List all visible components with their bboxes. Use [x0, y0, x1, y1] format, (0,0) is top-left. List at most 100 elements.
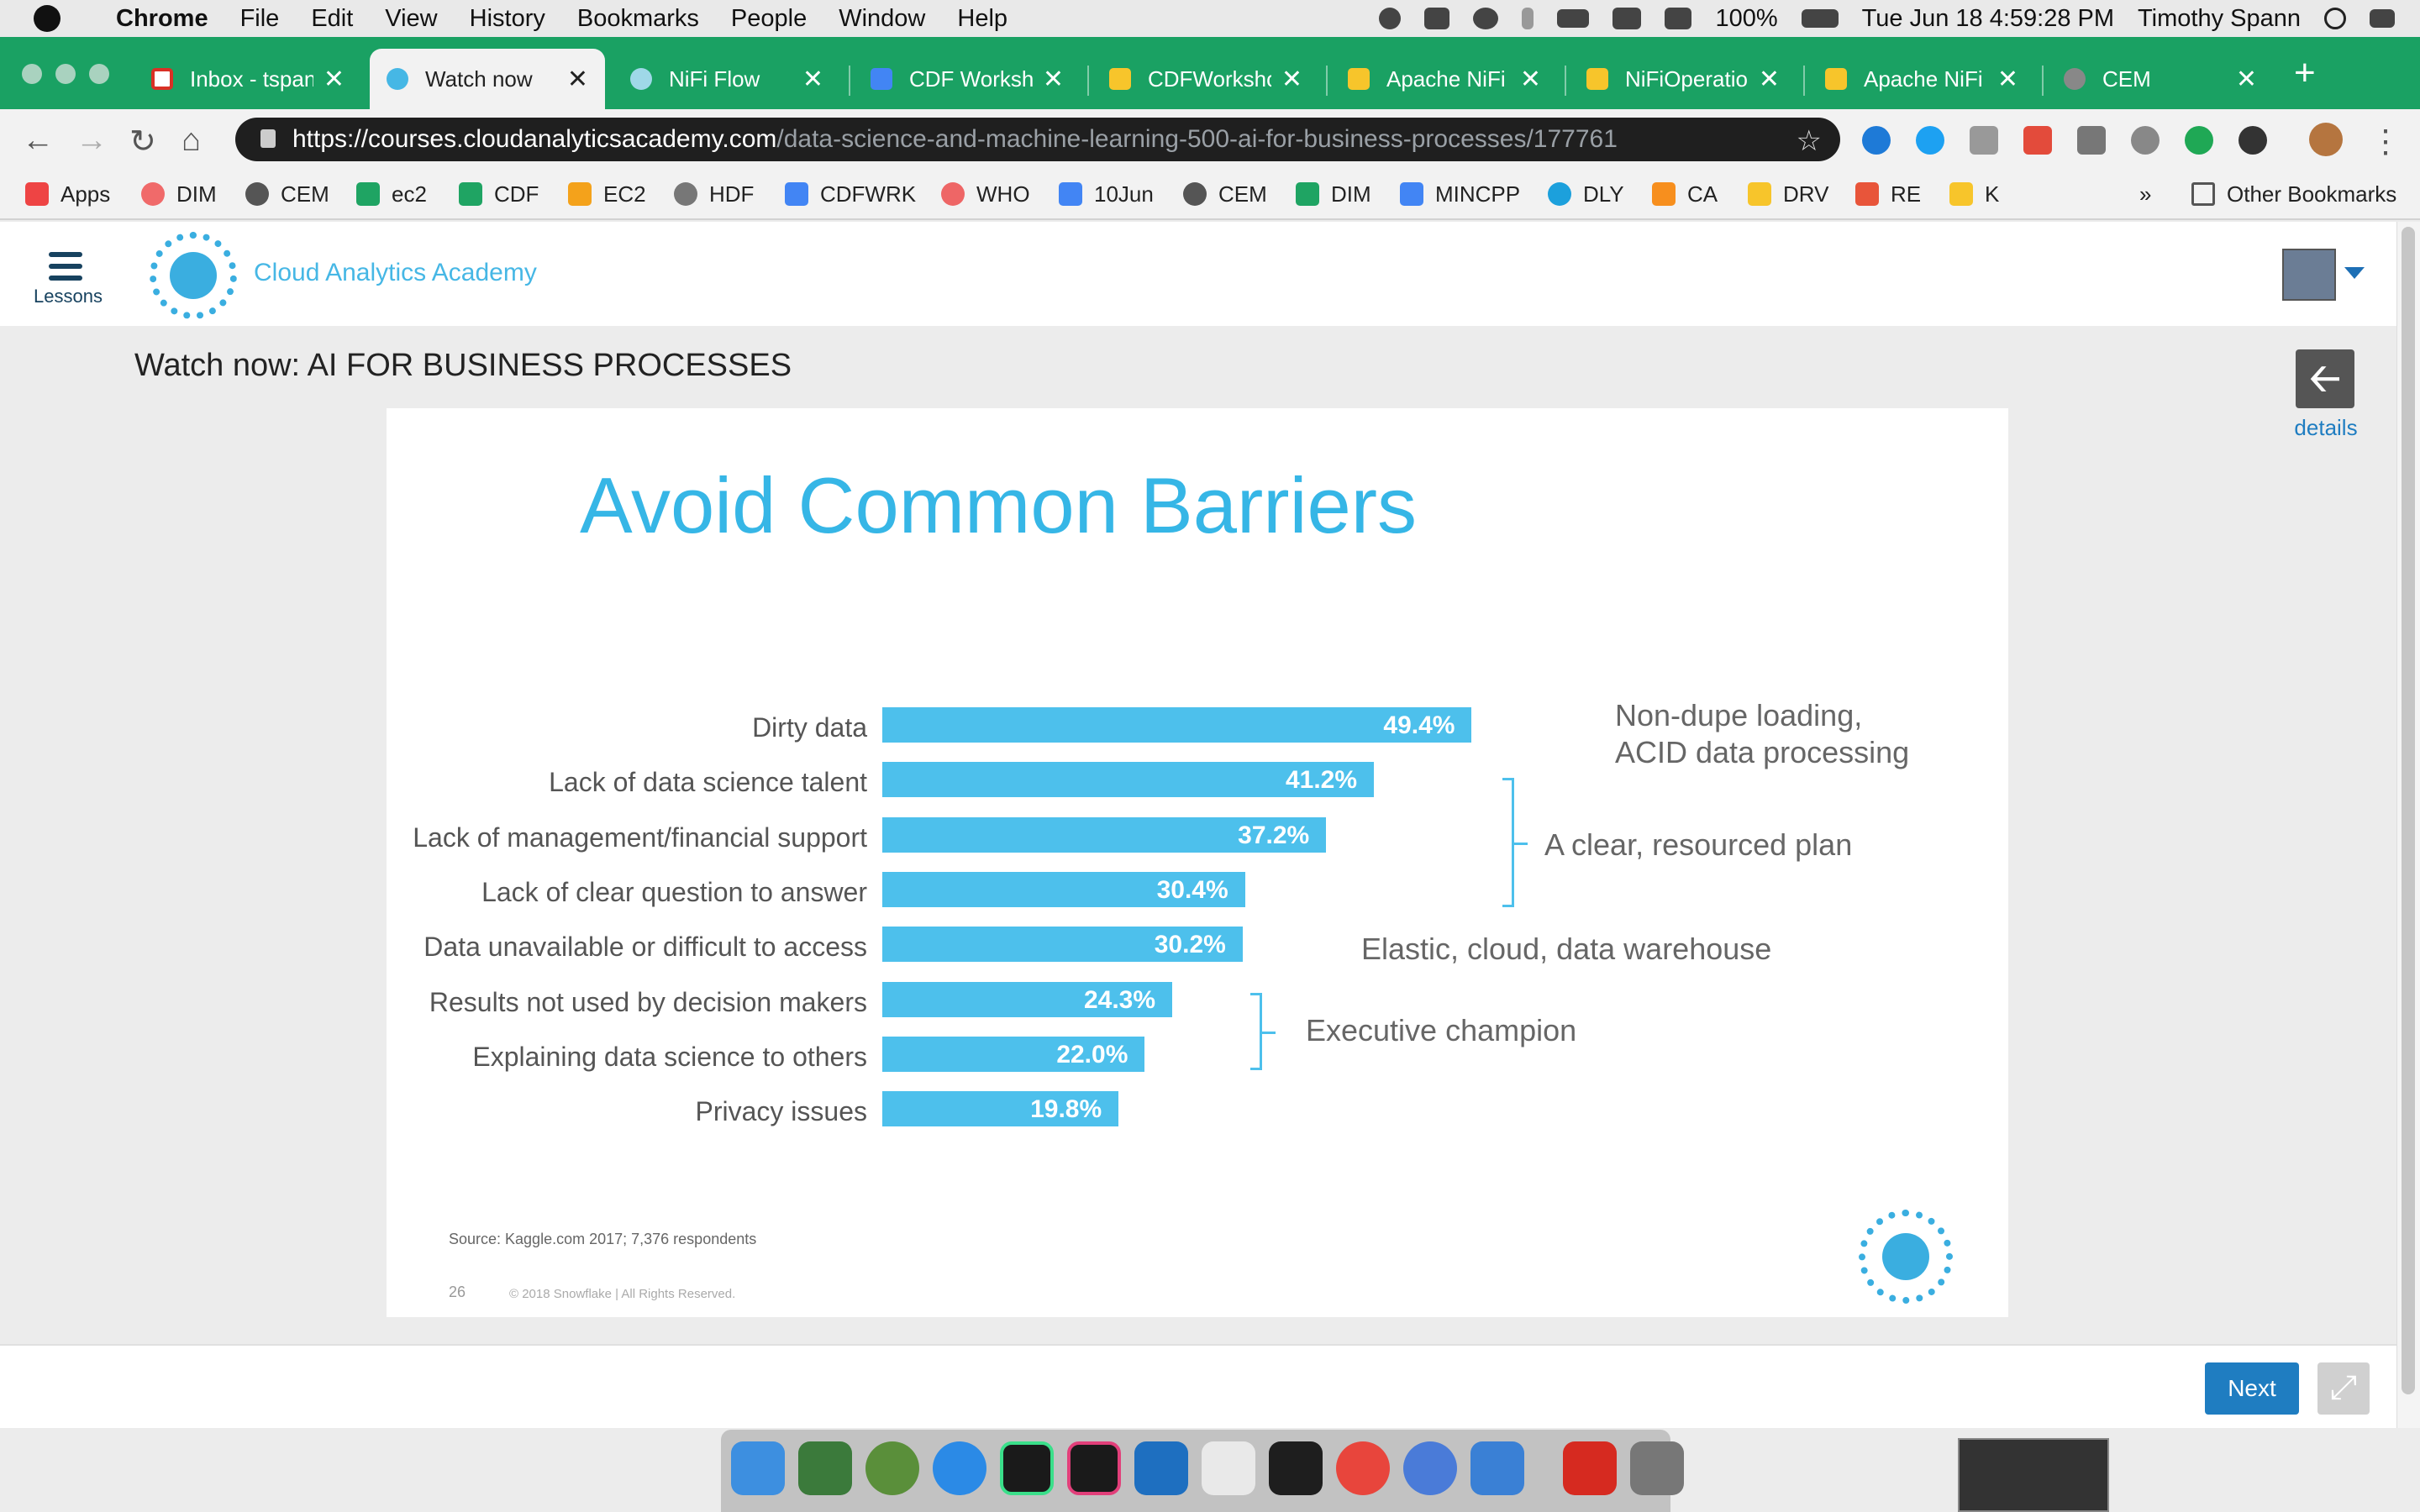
bookmark-cdfwrk[interactable]: CDFWRK	[785, 180, 916, 208]
wifi-icon[interactable]	[1612, 8, 1642, 29]
menu-app-name[interactable]: Chrome	[116, 5, 208, 33]
hamburger-icon[interactable]	[49, 276, 82, 281]
clock[interactable]: Tue Jun 18 4:59:28 PM	[1862, 5, 2114, 33]
scrollbar-thumb[interactable]	[2402, 227, 2415, 1394]
bookmark-ca[interactable]: CA	[1652, 180, 1718, 208]
back-arrow-button[interactable]: 🡠	[2296, 349, 2354, 408]
terminal-icon[interactable]	[1269, 1441, 1323, 1495]
apple-icon[interactable]	[34, 5, 60, 32]
menu-window[interactable]: Window	[839, 5, 925, 33]
twitter-icon[interactable]	[1916, 126, 1944, 155]
tab-nifioperation[interactable]: NiFiOperation ✕	[1570, 49, 1797, 109]
globe-app-icon[interactable]	[865, 1441, 919, 1495]
volume-icon[interactable]	[1665, 8, 1692, 29]
close-tab-icon[interactable]: ✕	[324, 65, 345, 94]
intellij-icon[interactable]	[1067, 1441, 1121, 1495]
tab-cem[interactable]: CEM ✕	[2047, 49, 2274, 109]
notification-center-icon[interactable]	[2370, 9, 2395, 28]
memory-icon[interactable]	[1557, 9, 1590, 28]
time-machine-icon[interactable]	[1473, 8, 1499, 29]
pycharm-icon[interactable]	[1000, 1441, 1054, 1495]
hortonworks-icon[interactable]	[798, 1441, 852, 1495]
user-avatar[interactable]	[2282, 249, 2336, 301]
hamburger-icon[interactable]	[49, 252, 82, 257]
chrome-menu-icon[interactable]: ⋮	[2370, 123, 2402, 160]
record-icon[interactable]	[1379, 8, 1402, 29]
lessons-button-label[interactable]: Lessons	[34, 286, 103, 307]
extension-icon[interactable]	[2185, 126, 2213, 155]
extension-icon[interactable]	[2238, 126, 2267, 155]
simplenote-icon[interactable]	[933, 1441, 986, 1495]
close-tab-icon[interactable]: ✕	[1759, 65, 1780, 94]
menu-edit[interactable]: Edit	[311, 5, 353, 33]
bookmark-dim[interactable]: DIM	[141, 180, 217, 208]
tab-apache-nifi-c[interactable]: Apache NiFi C ✕	[1808, 49, 2035, 109]
menu-file[interactable]: File	[240, 5, 280, 33]
bookmark-ec2-aws[interactable]: EC2	[568, 180, 646, 208]
close-tab-icon[interactable]: ✕	[1997, 65, 2018, 94]
mail-icon[interactable]	[1470, 1441, 1524, 1495]
minimize-window-icon[interactable]	[55, 64, 76, 84]
hamburger-icon[interactable]	[49, 264, 82, 269]
extension-opera-icon[interactable]	[1862, 126, 1891, 155]
bookmark-who[interactable]: WHO	[941, 180, 1030, 208]
bluetooth-icon[interactable]	[1522, 8, 1534, 29]
bookmark-cdf[interactable]: CDF	[459, 180, 539, 208]
bookmark-dly[interactable]: DLY	[1548, 180, 1624, 208]
bookmark-apps[interactable]: Apps	[25, 180, 110, 208]
bookmark-10jun[interactable]: 10Jun	[1059, 180, 1154, 208]
other-bookmarks[interactable]: Other Bookmarks	[2191, 180, 2396, 208]
tab-cdfworkshop[interactable]: CDFWorkshop ✕	[1092, 49, 1319, 109]
close-tab-icon[interactable]: ✕	[1043, 65, 1064, 94]
bookmark-ec2[interactable]: ec2	[356, 180, 427, 208]
user-name[interactable]: Timothy Spann	[2138, 5, 2301, 33]
close-tab-icon[interactable]: ✕	[1520, 65, 1541, 94]
new-tab-button[interactable]: +	[2294, 52, 2316, 94]
minimized-window-thumbnail[interactable]	[1958, 1438, 2109, 1512]
bookmark-hdf[interactable]: HDF	[674, 180, 754, 208]
tab-watch-now[interactable]: Watch now ✕	[370, 49, 605, 109]
close-tab-icon[interactable]: ✕	[1281, 65, 1302, 94]
bookmark-k[interactable]: K	[1949, 180, 1999, 208]
fullscreen-button[interactable]: ⤢	[2317, 1362, 2370, 1415]
tab-cdf-workshop[interactable]: CDF Worksho ✕	[854, 49, 1081, 109]
quicktime-icon[interactable]	[1403, 1441, 1457, 1495]
zoom-window-icon[interactable]	[89, 64, 109, 84]
profile-avatar[interactable]	[2309, 123, 2343, 156]
tab-apache-nifi-p[interactable]: Apache NiFi P ✕	[1331, 49, 1558, 109]
address-bar[interactable]: https://courses.cloudanalyticsacademy.co…	[235, 118, 1840, 161]
reload-icon[interactable]: ↻	[129, 123, 156, 160]
home-icon[interactable]: ⌂	[182, 123, 201, 159]
acrobat-icon[interactable]	[1563, 1441, 1617, 1495]
close-tab-icon[interactable]: ✕	[802, 65, 823, 94]
lock-icon[interactable]	[260, 129, 276, 148]
close-window-icon[interactable]	[22, 64, 42, 84]
menu-help[interactable]: Help	[957, 5, 1007, 33]
bookmark-star-icon[interactable]: ☆	[1797, 124, 1822, 158]
finder-icon[interactable]	[731, 1441, 785, 1495]
close-tab-icon[interactable]: ✕	[567, 65, 588, 94]
menu-people[interactable]: People	[731, 5, 807, 33]
bookmark-cem-2[interactable]: CEM	[1183, 180, 1267, 208]
bookmark-cem[interactable]: CEM	[245, 180, 329, 208]
trash-icon[interactable]	[1630, 1441, 1684, 1495]
chrome-icon[interactable]	[1336, 1441, 1390, 1495]
extension-icon[interactable]	[2023, 126, 2052, 155]
tab-nifi-flow[interactable]: NiFi Flow ✕	[613, 49, 840, 109]
extension-icon[interactable]	[1970, 126, 1998, 155]
next-button[interactable]: Next	[2205, 1362, 2299, 1415]
close-tab-icon[interactable]: ✕	[2236, 65, 2257, 94]
bookmark-mincpp[interactable]: MINCPP	[1400, 180, 1520, 208]
tab-inbox[interactable]: Inbox - tspann ✕	[134, 49, 361, 109]
details-link[interactable]: details	[2294, 415, 2358, 441]
slack-icon[interactable]	[1202, 1441, 1255, 1495]
docker-icon[interactable]	[1424, 8, 1450, 29]
extension-icon[interactable]	[2131, 126, 2160, 155]
menu-view[interactable]: View	[385, 5, 437, 33]
menu-bookmarks[interactable]: Bookmarks	[577, 5, 699, 33]
bookmark-dim-2[interactable]: DIM	[1296, 180, 1371, 208]
forward-arrow-icon[interactable]: →	[76, 123, 108, 159]
back-arrow-icon[interactable]: ←	[22, 123, 54, 159]
bookmark-drv[interactable]: DRV	[1748, 180, 1828, 208]
caret-down-icon[interactable]	[2344, 267, 2365, 279]
